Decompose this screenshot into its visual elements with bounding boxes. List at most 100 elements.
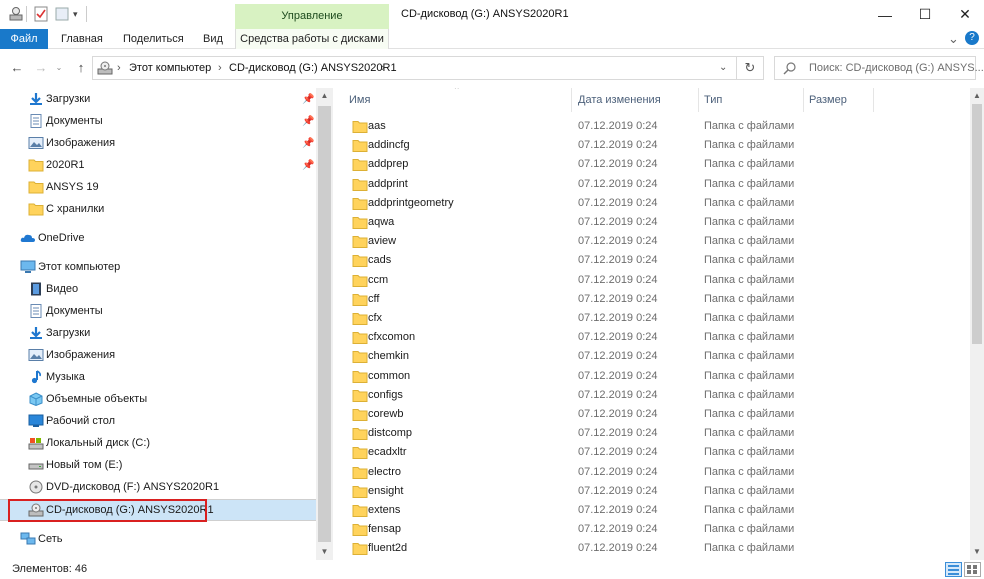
file-row[interactable]: addprintgeometry 07.12.2019 0:24 Папка с ф… — [340, 194, 970, 213]
scrollbar-thumb[interactable] — [318, 106, 331, 542]
file-name: cads — [368, 254, 392, 267]
address-bar[interactable]: › Этот компьютер › CD-дисковод (G:) ANSY… — [92, 56, 737, 80]
close-button[interactable]: ✕ — [942, 0, 984, 29]
large-icons-view-button[interactable] — [964, 562, 981, 577]
file-row[interactable]: electro 07.12.2019 0:24 Папка с файлами — [340, 463, 970, 482]
breadcrumb-this-pc[interactable]: Этот компьютер — [129, 57, 211, 79]
column-header-type[interactable]: Тип — [704, 88, 722, 112]
file-name: corewb — [368, 408, 404, 420]
file-type: Папка с файлами — [704, 446, 795, 459]
file-row[interactable]: fensap 07.12.2019 0:24 Папка с файлами — [340, 520, 970, 539]
manage-tab[interactable]: Управление — [235, 4, 389, 29]
file-row[interactable]: aview 07.12.2019 0:24 Папка с файлами — [340, 232, 970, 251]
file-date: 07.12.2019 0:24 — [578, 331, 658, 344]
file-date: 07.12.2019 0:24 — [578, 254, 658, 267]
document-icon — [30, 114, 42, 128]
scrollbar-thumb[interactable] — [972, 104, 982, 344]
scroll-up-icon[interactable]: ▲ — [970, 88, 984, 104]
file-row[interactable]: addincfg 07.12.2019 0:24 Папка с файлами — [340, 136, 970, 155]
file-row[interactable]: distcomp 07.12.2019 0:24 Папка с файлами — [340, 424, 970, 443]
file-type: Папка с файлами — [704, 542, 795, 555]
file-row[interactable]: cff 07.12.2019 0:24 Папка с файлами — [340, 290, 970, 309]
file-type: Папка с файлами — [704, 408, 795, 420]
file-row[interactable]: extens 07.12.2019 0:24 Папка с файлами — [340, 501, 970, 520]
folder-icon — [352, 428, 368, 441]
back-button[interactable]: ← — [8, 59, 26, 77]
file-date: 07.12.2019 0:24 — [578, 235, 658, 248]
file-row[interactable]: cfxcomon 07.12.2019 0:24 Папка с файлами — [340, 328, 970, 347]
file-row[interactable]: aqwa 07.12.2019 0:24 Папка с файлами — [340, 213, 970, 232]
folder-icon — [352, 217, 368, 229]
drive-icon[interactable] — [8, 6, 24, 22]
column-header-name[interactable]: Имя — [349, 88, 370, 112]
file-type: Папка с файлами — [704, 177, 795, 190]
column-header-date[interactable]: Дата изменения — [578, 88, 661, 112]
file-date: 07.12.2019 0:24 — [578, 158, 658, 171]
file-row[interactable]: addprep 07.12.2019 0:24 Папка с файлами — [340, 155, 970, 174]
file-type: Папка с файлами — [704, 504, 795, 516]
minimize-icon: — — [878, 6, 892, 23]
refresh-icon: ↻ — [744, 60, 756, 75]
file-type: Папка с файлами — [704, 388, 795, 401]
forward-button[interactable]: → — [32, 59, 50, 77]
new-folder-icon[interactable] — [55, 6, 69, 22]
properties-icon[interactable] — [34, 6, 48, 22]
scroll-up-icon[interactable]: ▲ — [316, 88, 333, 104]
scroll-down-icon[interactable]: ▼ — [316, 544, 333, 560]
file-date: 07.12.2019 0:24 — [578, 216, 658, 228]
file-type: Папка с файлами — [704, 465, 795, 478]
dvd-drive-icon — [29, 480, 43, 494]
maximize-icon: ☐ — [918, 6, 932, 22]
file-date: 07.12.2019 0:24 — [578, 388, 658, 401]
folder-icon — [352, 236, 368, 249]
qat-dropdown-icon[interactable]: ▾ — [73, 6, 83, 22]
file-row[interactable]: fluent2d 07.12.2019 0:24 Папка с файлами — [340, 539, 970, 558]
file-type: Папка с файлами — [704, 158, 795, 171]
file-list-scrollbar[interactable]: ▲ ▼ — [970, 88, 984, 560]
pictures-icon — [28, 349, 44, 361]
tab-share[interactable]: Поделиться — [123, 29, 184, 49]
file-row[interactable]: aas 07.12.2019 0:24 Папка с файлами — [340, 117, 970, 136]
file-row[interactable]: addprint 07.12.2019 0:24 Папка с файлами — [340, 175, 970, 194]
file-name: addincfg — [368, 139, 410, 152]
file-row[interactable]: cfx 07.12.2019 0:24 Папка с файлами — [340, 309, 970, 328]
file-type: Папка с файлами — [704, 273, 795, 286]
file-row[interactable]: chemkin 07.12.2019 0:24 Папка с файлами — [340, 347, 970, 366]
scroll-down-icon[interactable]: ▼ — [970, 544, 984, 560]
file-name: cfxcomon — [368, 331, 416, 344]
file-date: 07.12.2019 0:24 — [578, 292, 658, 305]
tab-drive-tools[interactable]: Средства работы с дисками — [235, 29, 389, 49]
sort-ascending-icon: ⌃ — [453, 88, 461, 95]
folder-icon — [352, 466, 368, 479]
up-button[interactable]: ↑ — [72, 59, 90, 77]
address-dropdown-icon[interactable]: ⌄ — [719, 57, 727, 79]
file-row[interactable]: cads 07.12.2019 0:24 Папка с файлами — [340, 251, 970, 270]
file-row[interactable]: ensight 07.12.2019 0:24 Папка с файлами — [340, 482, 970, 501]
tab-view[interactable]: Вид — [203, 29, 223, 49]
search-input[interactable]: Поиск: CD-дисковод (G:) ANSYS... — [774, 56, 984, 80]
details-view-button[interactable] — [945, 562, 962, 577]
pin-icon: 📌 — [302, 138, 315, 149]
file-row[interactable]: ccm 07.12.2019 0:24 Папка с файлами — [340, 271, 970, 290]
sidebar-scrollbar[interactable]: ▲ ▼ — [316, 88, 333, 560]
file-type: Папка с файлами — [704, 331, 795, 344]
file-row[interactable]: ecadxltr 07.12.2019 0:24 Папка с файлами — [340, 443, 970, 462]
tab-file[interactable]: Файл — [0, 29, 48, 49]
desktop-icon — [28, 414, 44, 427]
folder-icon — [352, 543, 368, 556]
recent-locations-dropdown[interactable]: ⌄ — [54, 59, 64, 77]
breadcrumb-cd-drive[interactable]: CD-дисковод (G:) ANSYS2020R1 — [229, 57, 397, 79]
file-row[interactable]: corewb 07.12.2019 0:24 Папка с файлами — [340, 405, 970, 424]
breadcrumb-separator: › — [117, 62, 121, 74]
ribbon-collapse-icon[interactable]: ⌄ — [948, 29, 959, 49]
pin-icon: 📌 — [302, 116, 315, 127]
file-type: Папка с файлами — [704, 120, 795, 132]
tab-home[interactable]: Главная — [61, 29, 103, 49]
refresh-button[interactable]: ↻ — [737, 56, 764, 80]
file-row[interactable]: common 07.12.2019 0:24 Папка с файлами — [340, 367, 970, 386]
folder-icon — [352, 409, 368, 421]
file-row[interactable]: configs 07.12.2019 0:24 Папка с файлами — [340, 386, 970, 405]
file-name: addprint — [368, 177, 408, 190]
help-icon[interactable]: ? — [965, 31, 979, 45]
column-header-size[interactable]: Размер — [809, 88, 847, 112]
